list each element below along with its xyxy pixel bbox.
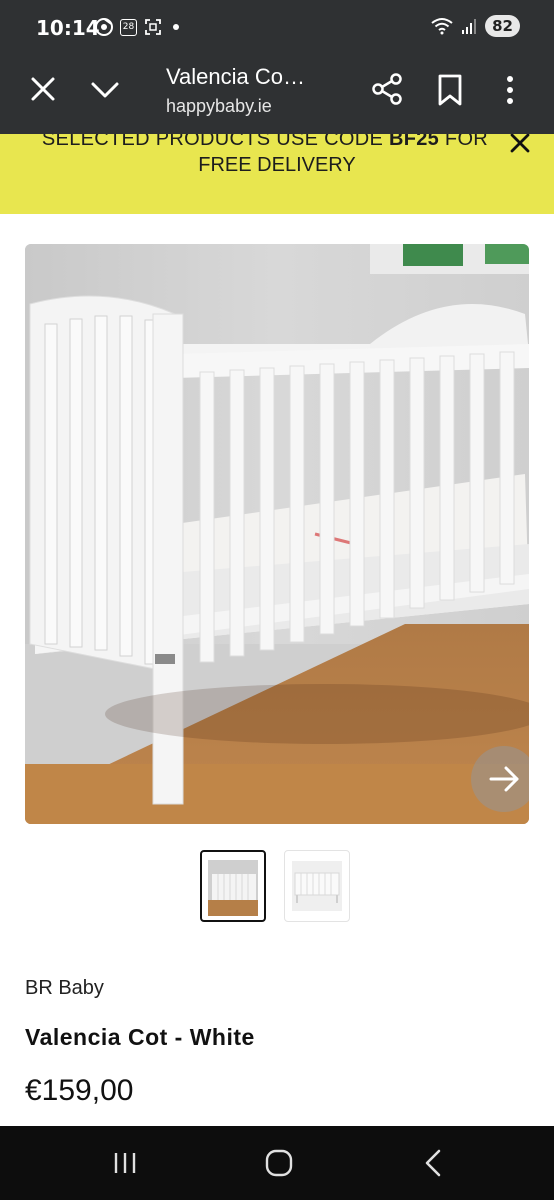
promo-banner: SELECTED PRODUCTS USE CODE BF25 FOR FREE…: [0, 134, 554, 214]
thumbnail-2[interactable]: [284, 850, 350, 922]
promo-text-line1: SELECTED PRODUCTS USE CODE BF25 FOR: [0, 134, 554, 151]
page-url[interactable]: happybaby.ie: [166, 96, 272, 117]
arrow-right-icon: [489, 766, 519, 792]
calendar-icon: 28: [120, 18, 137, 36]
status-bar: 10:14 28 82: [0, 0, 554, 56]
browser-toolbar: Valencia Co… happybaby.ie: [0, 56, 554, 134]
product-price: €159,00: [25, 1074, 134, 1107]
bookmark-icon[interactable]: [436, 74, 464, 106]
screenshot-icon: [145, 19, 161, 35]
wifi-icon: [431, 18, 453, 35]
next-image-button[interactable]: [471, 746, 529, 812]
system-nav-bar: [0, 1126, 554, 1200]
page-title: Valencia Co…: [166, 64, 305, 89]
recent-apps-icon[interactable]: [112, 1150, 138, 1176]
chrome-icon: [95, 18, 113, 36]
more-options-icon[interactable]: [500, 74, 520, 106]
close-banner-icon[interactable]: [508, 134, 532, 155]
thumbnail-1-image: [208, 860, 258, 916]
back-icon[interactable]: [422, 1148, 444, 1178]
promo-code: BF25: [388, 134, 440, 150]
product-title: Valencia Cot - White: [25, 1024, 255, 1050]
home-icon[interactable]: [264, 1148, 294, 1178]
close-tab-icon[interactable]: [28, 74, 58, 104]
product-brand[interactable]: BR Baby: [25, 977, 104, 1000]
battery-indicator: 82: [485, 15, 520, 37]
thumbnail-1[interactable]: [200, 850, 266, 922]
cot-product-image: [25, 244, 529, 824]
product-image-gallery[interactable]: [25, 244, 529, 824]
notification-icons: 28: [95, 18, 179, 36]
thumbnail-2-image: [292, 861, 342, 911]
more-notifications-dot: [173, 24, 179, 30]
promo-text-line2: FREE DELIVERY: [198, 154, 356, 176]
signal-icon: [462, 19, 477, 34]
chevron-down-icon[interactable]: [90, 76, 120, 104]
system-status: 82: [431, 15, 520, 37]
share-icon[interactable]: [370, 72, 404, 106]
status-time: 10:14: [36, 16, 100, 40]
